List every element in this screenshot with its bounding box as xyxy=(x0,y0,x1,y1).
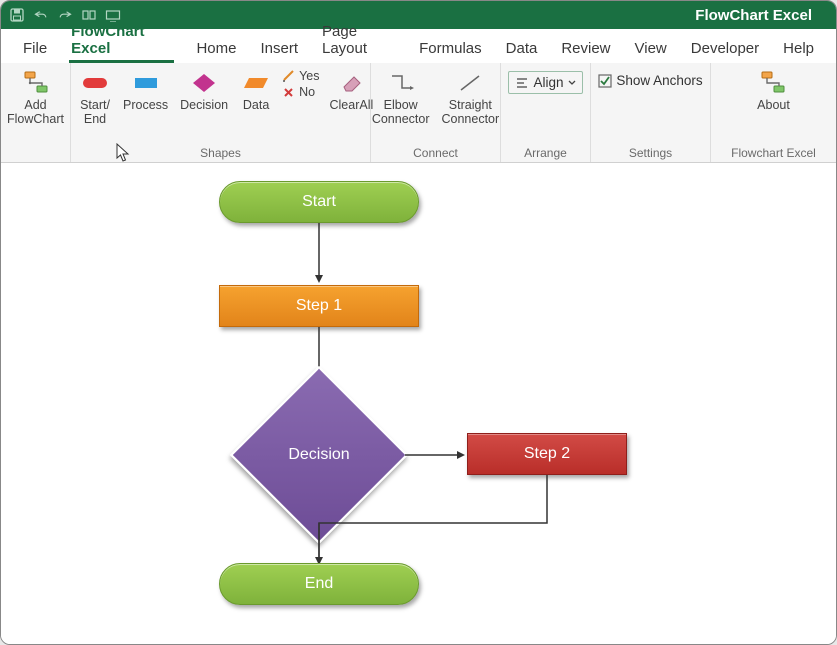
group-settings-label: Settings xyxy=(597,144,704,160)
add-flowchart-label: Add FlowChart xyxy=(7,99,64,127)
clear-all-button[interactable]: ClearAll xyxy=(328,67,376,115)
add-flowchart-icon xyxy=(20,69,52,97)
shape-decision-button[interactable]: Decision xyxy=(178,67,230,115)
align-button[interactable]: Align xyxy=(508,71,582,94)
elbow-connector-icon xyxy=(385,69,417,97)
group-shapes-label: Shapes xyxy=(77,144,364,160)
flowchart-canvas[interactable]: Start Step 1 Decision Step 2 xyxy=(1,163,836,644)
checkbox-checked-icon xyxy=(598,74,612,88)
group-arrange: Align Arrange xyxy=(501,63,591,162)
tab-file[interactable]: File xyxy=(11,34,59,63)
tab-flowchart-excel[interactable]: FlowChart Excel xyxy=(59,17,184,63)
node-start-label: Start xyxy=(302,193,336,211)
group-settings: Show Anchors Settings xyxy=(591,63,711,162)
tab-page-layout[interactable]: Page Layout xyxy=(310,17,407,63)
group-arrange-label: Arrange xyxy=(507,144,584,160)
save-icon[interactable] xyxy=(9,5,25,25)
chevron-down-icon xyxy=(568,79,576,87)
shape-process-button[interactable]: Process xyxy=(121,67,170,115)
node-end-label: End xyxy=(305,575,333,593)
node-start[interactable]: Start xyxy=(219,181,419,223)
tab-developer[interactable]: Developer xyxy=(679,34,771,63)
connector-step2-end[interactable] xyxy=(315,475,555,567)
node-decision-label: Decision xyxy=(288,446,349,464)
about-button[interactable]: About xyxy=(755,67,792,115)
decision-diamond-icon xyxy=(188,69,220,97)
group-about: About Flowchart Excel xyxy=(711,63,836,162)
tab-insert[interactable]: Insert xyxy=(248,34,310,63)
group-shapes: Start/ End Process Decision xyxy=(71,63,371,162)
eraser-icon xyxy=(335,69,367,97)
undo-icon[interactable] xyxy=(33,5,49,25)
straight-connector-icon xyxy=(454,69,486,97)
yes-button[interactable]: Yes xyxy=(282,69,319,83)
group-add: Add FlowChart xyxy=(1,63,71,162)
terminator-icon xyxy=(79,69,111,97)
app-window: FlowChart Excel File FlowChart Excel Hom… xyxy=(0,0,837,645)
shape-data-button[interactable]: Data xyxy=(238,67,274,115)
node-step2-label: Step 2 xyxy=(524,445,570,463)
tab-formulas[interactable]: Formulas xyxy=(407,34,494,63)
yes-no-group: Yes No xyxy=(282,67,319,99)
ribbon: Add FlowChart Start/ End Process xyxy=(1,63,836,163)
about-icon xyxy=(757,69,789,97)
node-step2[interactable]: Step 2 xyxy=(467,433,627,475)
process-rect-icon xyxy=(130,69,162,97)
node-step1-label: Step 1 xyxy=(296,297,342,315)
connector-decision-end[interactable] xyxy=(315,523,323,563)
straight-connector-button[interactable]: Straight Connector xyxy=(440,67,502,129)
group-about-label: Flowchart Excel xyxy=(717,144,830,160)
tab-review[interactable]: Review xyxy=(549,34,622,63)
tab-help[interactable]: Help xyxy=(771,34,826,63)
shape-start-button[interactable]: Start/ End xyxy=(77,67,113,129)
tab-data[interactable]: Data xyxy=(494,34,550,63)
node-step1[interactable]: Step 1 xyxy=(219,285,419,327)
no-button[interactable]: No xyxy=(282,85,319,99)
app-title: FlowChart Excel xyxy=(121,7,828,24)
tab-home[interactable]: Home xyxy=(184,34,248,63)
connector-decision-step2[interactable] xyxy=(405,451,467,461)
pencil-check-icon xyxy=(282,70,296,82)
ribbon-tabs: File FlowChart Excel Home Insert Page La… xyxy=(1,29,836,63)
group-connect: Elbow Connector Straight Connector Conne… xyxy=(371,63,501,162)
align-icon xyxy=(515,76,529,90)
data-parallelogram-icon xyxy=(240,69,272,97)
node-end[interactable]: End xyxy=(219,563,419,605)
add-flowchart-button[interactable]: Add FlowChart xyxy=(5,67,66,129)
connector-start-step1[interactable] xyxy=(315,223,323,285)
show-anchors-checkbox[interactable]: Show Anchors xyxy=(598,73,702,88)
tab-view[interactable]: View xyxy=(623,34,679,63)
pencil-x-icon xyxy=(282,86,296,98)
elbow-connector-button[interactable]: Elbow Connector xyxy=(370,67,432,129)
group-connect-label: Connect xyxy=(377,144,494,160)
